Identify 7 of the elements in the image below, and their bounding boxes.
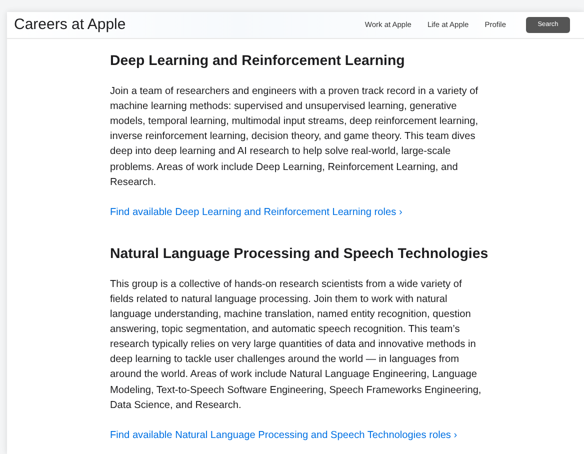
section-heading: Natural Language Processing and Speech Technologies [110, 246, 488, 263]
section-heading: Deep Learning and Reinforcement Learning [110, 53, 406, 70]
section-description: This group is a collective of hands-on research scientists from a wide variety of fields related to natural language processing. Join them to work with natural language understanding, machine translation, named entity recognition, question answering, topic segmentation, and automatic speech recognition. This team’s research typically relies on very large quantities of data and innovative methods in deep learning to tackle user challenges around the world — in languages from around the world. Areas of work include Natural Language Engineering, Language Modeling, Text-to-Speech Software Engineering, Speech Frameworks Engineering, Data Science, and Research. [110, 278, 482, 413]
roles-link[interactable]: Find available Deep Learning and Reinforcement Learning roles › [110, 204, 402, 220]
roles-link[interactable]: Find available Natural Language Processing and Speech Technologies roles › [110, 428, 458, 443]
section-description: Join a team of researchers and engineers with a proven track record in a variety of machine learning methods: supervised and unsupervised learning, generative models, temporal learning, multimodal input streams, deep reinforcement learning, inverse reinforcement learning, decision theory, and game theory. This team dives deep into deep learning and AI research to help solve real-world, large-scale problems. Areas of work include Deep Learning, Reinforcement Learning, and Research. [110, 85, 480, 190]
site-title[interactable]: Careers at Apple [14, 14, 126, 36]
